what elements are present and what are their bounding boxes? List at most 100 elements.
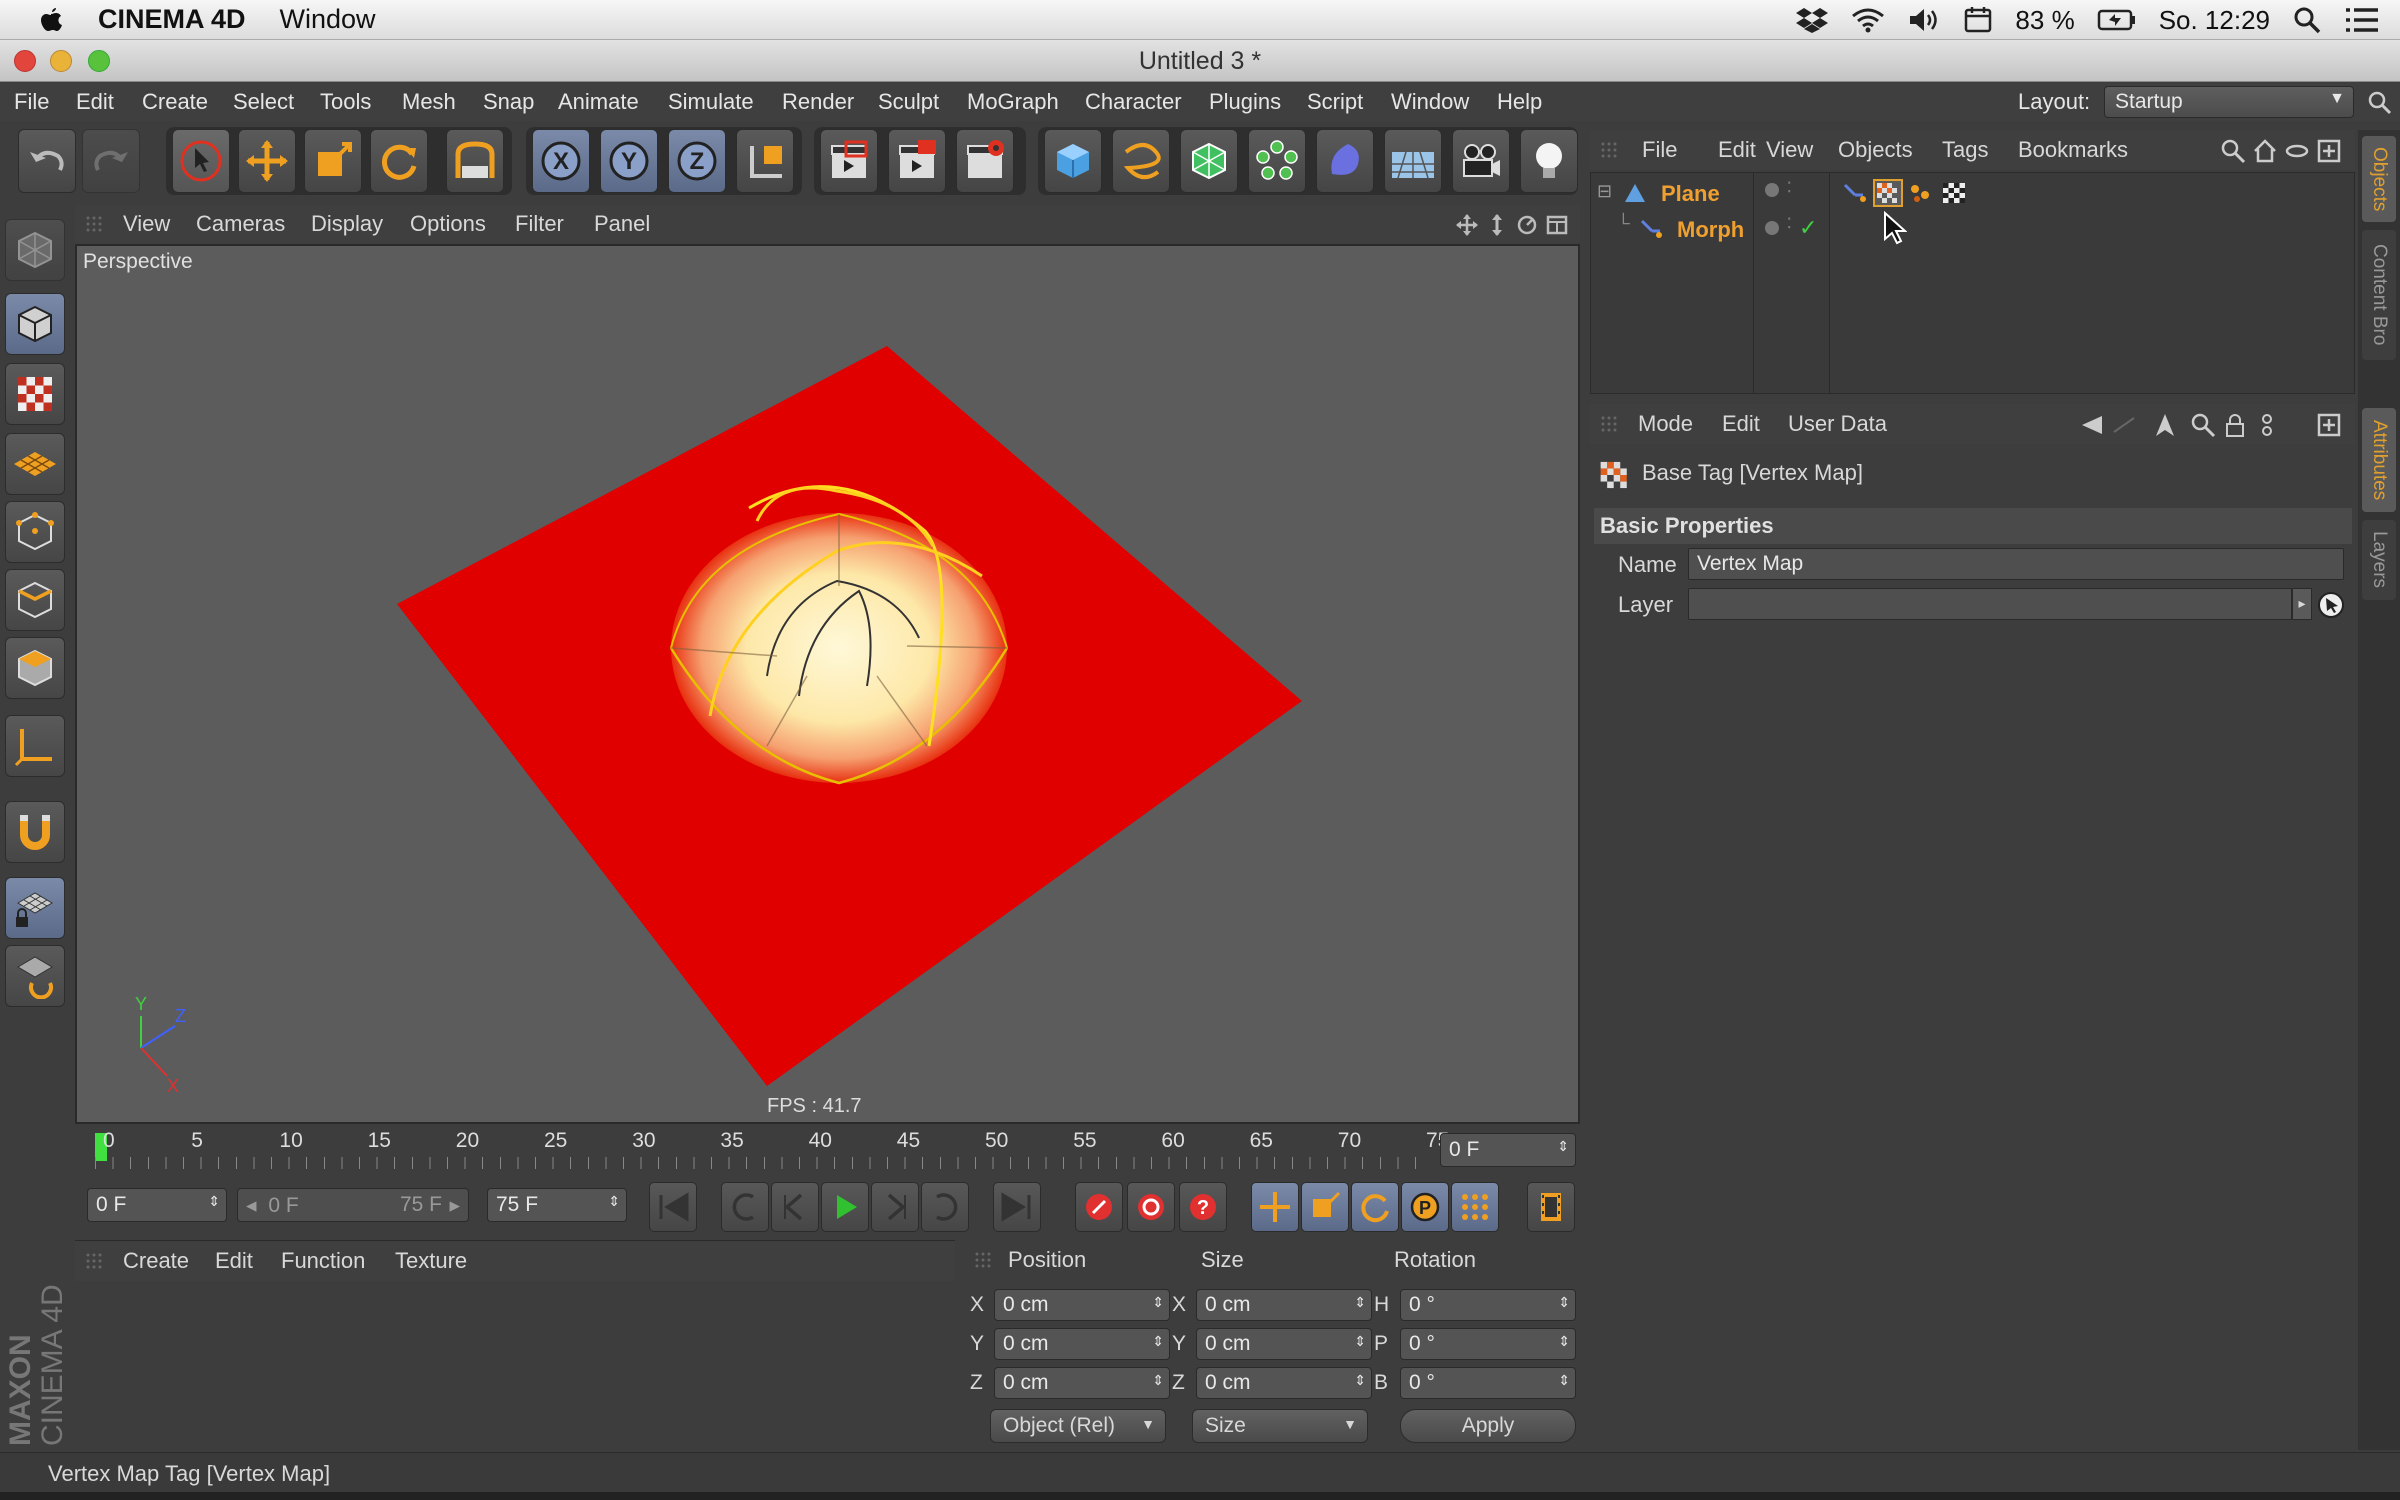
battery-icon[interactable] <box>2097 8 2137 32</box>
coordinate-system-button[interactable] <box>736 129 794 193</box>
attributes-menu-edit[interactable]: Edit <box>1722 411 1760 437</box>
layer-field[interactable] <box>1688 588 2292 620</box>
link-chain-icon[interactable] <box>2254 412 2280 438</box>
keyframe-selection-button[interactable]: ? <box>1179 1182 1227 1232</box>
object-menu-file[interactable]: File <box>1642 137 1677 163</box>
viewport-menu-display[interactable]: Display <box>311 211 383 237</box>
z-axis-lock-button[interactable]: Z <box>668 129 726 193</box>
point-selection-tag-icon[interactable] <box>1909 181 1935 205</box>
locked-workplane-button[interactable] <box>5 877 65 939</box>
object-menu-edit[interactable]: Edit <box>1718 137 1756 163</box>
edges-mode-button[interactable] <box>5 569 65 631</box>
add-scene-button[interactable] <box>1384 129 1442 193</box>
range-right-arrow-icon[interactable]: ▸ <box>449 1193 460 1218</box>
menu-snap[interactable]: Snap <box>483 89 534 115</box>
go-to-start-button[interactable] <box>649 1182 697 1232</box>
key-rotation-button[interactable] <box>1351 1182 1399 1232</box>
new-panel-icon[interactable] <box>2316 138 2342 164</box>
next-key-button[interactable] <box>921 1182 969 1232</box>
polygons-mode-button[interactable] <box>5 637 65 699</box>
workplane-mode-button[interactable] <box>5 433 65 495</box>
material-menu-create[interactable]: Create <box>123 1248 189 1274</box>
tab-content-browser[interactable]: Content Bro <box>2362 230 2396 360</box>
morph-tag-icon[interactable] <box>1841 181 1867 205</box>
menu-simulate[interactable]: Simulate <box>668 89 754 115</box>
play-forward-button[interactable] <box>821 1182 869 1232</box>
material-list[interactable] <box>75 1283 955 1451</box>
tab-attributes[interactable]: Attributes <box>2362 408 2396 512</box>
clock[interactable]: So. 12:29 <box>2159 5 2270 36</box>
render-to-picture-viewer-button[interactable] <box>888 129 946 193</box>
lock-icon[interactable] <box>2222 412 2248 438</box>
recent-tools-button[interactable] <box>446 129 504 193</box>
material-menu-function[interactable]: Function <box>281 1248 365 1274</box>
render-visibility-dot[interactable]: ⁚ <box>1787 179 1791 196</box>
key-point-level-button[interactable] <box>1451 1182 1499 1232</box>
size-mode-dropdown[interactable]: Size ▼ <box>1192 1409 1368 1443</box>
viewport-menu-cameras[interactable]: Cameras <box>196 211 285 237</box>
size-x-field[interactable]: 0 cm ⇕ <box>1196 1289 1372 1321</box>
editor-visibility-dot[interactable] <box>1765 221 1779 235</box>
menu-window[interactable]: Window <box>1391 89 1469 115</box>
menu-edit[interactable]: Edit <box>76 89 114 115</box>
basic-properties-section[interactable]: Basic Properties <box>1594 508 2352 544</box>
rotate-tool-button[interactable] <box>370 129 428 193</box>
timeline-ruler[interactable]: 0 5 10 15 20 25 30 35 40 45 50 55 60 65 70 75 0 F ⇕ <box>75 1125 1580 1175</box>
pan-view-icon[interactable] <box>1455 213 1479 237</box>
menu-file[interactable]: File <box>14 89 49 115</box>
planar-workplane-button[interactable] <box>5 945 65 1007</box>
current-frame-field[interactable]: 0 F ⇕ <box>1440 1133 1576 1167</box>
rotation-b-field[interactable]: 0 ° ⇕ <box>1400 1367 1576 1399</box>
menu-mograph[interactable]: MoGraph <box>967 89 1059 115</box>
position-z-field[interactable]: 0 cm ⇕ <box>994 1367 1170 1399</box>
link-icon[interactable] <box>2284 138 2310 164</box>
add-deformer-button[interactable] <box>1316 129 1374 193</box>
autokeying-button[interactable] <box>1127 1182 1175 1232</box>
coordinate-mode-dropdown[interactable]: Object (Rel) ▼ <box>990 1409 1166 1443</box>
position-x-field[interactable]: 0 cm ⇕ <box>994 1289 1170 1321</box>
menu-help[interactable]: Help <box>1497 89 1542 115</box>
menu-sculpt[interactable]: Sculpt <box>878 89 939 115</box>
make-editable-button[interactable] <box>5 219 65 281</box>
viewport-menu-panel[interactable]: Panel <box>594 211 650 237</box>
selected-vertex-map-tag[interactable] <box>1873 179 1903 207</box>
model-mode-button[interactable] <box>5 293 65 355</box>
enabled-checkmark-icon[interactable]: ✓ <box>1799 215 1817 241</box>
new-panel-icon[interactable] <box>2316 412 2342 438</box>
material-menu-edit[interactable]: Edit <box>215 1248 253 1274</box>
previous-frame-button[interactable] <box>771 1182 819 1232</box>
menu-animate[interactable]: Animate <box>558 89 639 115</box>
home-icon[interactable] <box>2252 138 2278 164</box>
layer-menu-button[interactable]: ▸ <box>2292 588 2312 620</box>
object-menu-view[interactable]: View <box>1766 137 1813 163</box>
texture-mode-button[interactable] <box>5 363 65 425</box>
editor-visibility-dot[interactable] <box>1765 183 1779 197</box>
tweak-mode-button[interactable] <box>5 801 65 863</box>
size-y-field[interactable]: 0 cm ⇕ <box>1196 1328 1372 1360</box>
key-position-button[interactable] <box>1251 1182 1299 1232</box>
menu-script[interactable]: Script <box>1307 89 1363 115</box>
viewport-menu-options[interactable]: Options <box>410 211 486 237</box>
object-row-morph[interactable]: └ Morph ⁚ ✓ <box>1597 213 2352 245</box>
attributes-menu-user-data[interactable]: User Data <box>1788 411 1887 437</box>
size-z-field[interactable]: 0 cm ⇕ <box>1196 1367 1372 1399</box>
volume-icon[interactable] <box>1907 6 1941 34</box>
scale-tool-button[interactable] <box>304 129 362 193</box>
mac-app-name[interactable]: CINEMA 4D <box>98 4 246 35</box>
add-generator-button[interactable] <box>1180 129 1238 193</box>
add-camera-button[interactable] <box>1452 129 1510 193</box>
position-y-field[interactable]: 0 cm ⇕ <box>994 1328 1170 1360</box>
attributes-menu-mode[interactable]: Mode <box>1638 411 1693 437</box>
search-icon[interactable] <box>2190 412 2216 438</box>
search-icon[interactable] <box>2366 89 2394 117</box>
wifi-icon[interactable] <box>1851 6 1885 34</box>
add-spline-button[interactable] <box>1112 129 1170 193</box>
back-arrow-icon[interactable] <box>2078 412 2104 438</box>
object-name-plane[interactable]: Plane <box>1661 181 1720 207</box>
record-keys-button[interactable] <box>1075 1182 1123 1232</box>
object-menu-tags[interactable]: Tags <box>1942 137 1988 163</box>
go-to-end-button[interactable] <box>993 1182 1041 1232</box>
rotate-view-icon[interactable] <box>1515 213 1539 237</box>
menu-plugins[interactable]: Plugins <box>1209 89 1281 115</box>
render-view-button[interactable] <box>820 129 878 193</box>
